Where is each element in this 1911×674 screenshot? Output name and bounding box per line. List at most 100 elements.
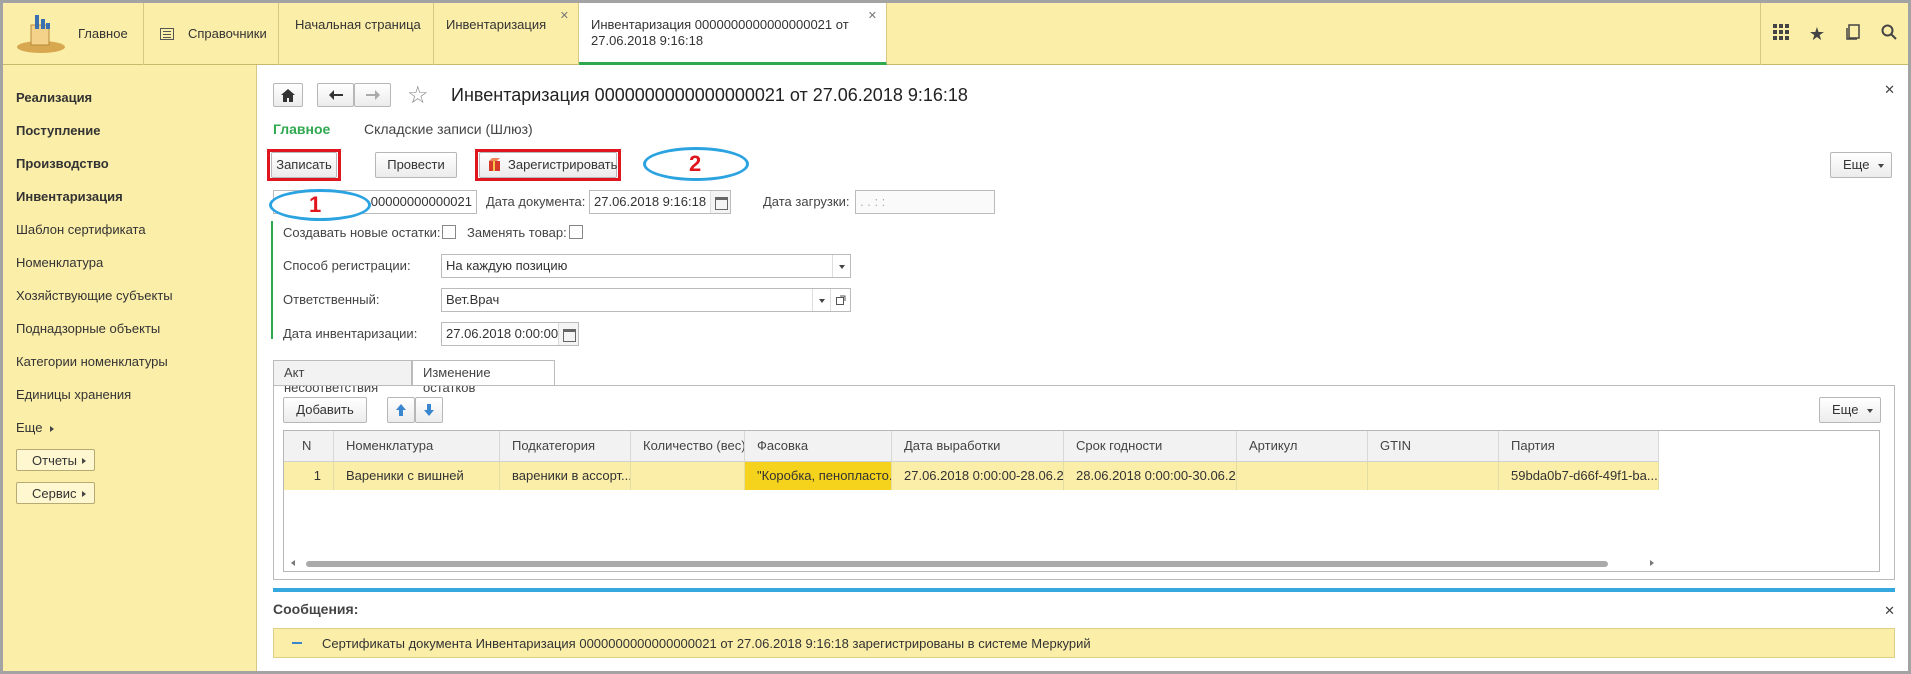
nav-warehouse-records[interactable]: Складские записи (Шлюз)	[364, 121, 533, 137]
column-header[interactable]: Подкатегория	[500, 431, 631, 461]
scroll-left-icon[interactable]	[291, 560, 295, 566]
top-bar: Главное Справочники Начальная страница И…	[3, 3, 1908, 65]
calendar-icon[interactable]	[558, 323, 578, 345]
minus-icon	[292, 642, 302, 644]
sidebar-item-certificate-template[interactable]: Шаблон сертификата	[16, 222, 146, 237]
cell-n: 1	[284, 462, 334, 490]
close-icon[interactable]: ✕	[868, 8, 877, 24]
replace-product-checkbox[interactable]	[569, 225, 583, 239]
cell-nomenclature: Вареники с вишней	[334, 462, 500, 490]
chevron-right-icon	[50, 425, 55, 432]
tab-balance-changes[interactable]: Изменение остатков	[412, 360, 555, 395]
star-icon[interactable]: ☆	[407, 81, 429, 110]
service-button[interactable]: Сервис	[16, 482, 95, 504]
sections-menu[interactable]: Справочники	[143, 3, 279, 65]
page-title: Инвентаризация 0000000000000000021 от 27…	[451, 85, 968, 105]
nav-main[interactable]: Главное	[273, 121, 330, 137]
messages-divider	[273, 588, 1895, 592]
list-icon	[160, 28, 174, 40]
more-label: Еще	[16, 420, 43, 435]
tab-home-page[interactable]: Начальная страница	[283, 3, 434, 65]
cell-production-date: 27.06.2018 0:00:00-28.06.20...	[892, 462, 1064, 490]
highlight-box	[475, 149, 621, 181]
sidebar-item-receipt[interactable]: Поступление	[16, 123, 101, 138]
close-icon[interactable]: ✕	[1884, 603, 1895, 619]
cell-packing[interactable]: "Коробка, пенопласто...	[745, 462, 892, 490]
scrollbar-thumb[interactable]	[306, 561, 1608, 567]
scroll-right-icon[interactable]	[1650, 560, 1654, 566]
sidebar: Реализация Поступление Производство Инве…	[3, 65, 257, 671]
grid-icon[interactable]	[1766, 19, 1796, 49]
reports-button[interactable]: Отчеты	[16, 449, 95, 471]
column-header[interactable]: N	[284, 431, 334, 461]
tab-label: Начальная страница	[295, 17, 421, 32]
chevron-down-icon[interactable]	[832, 255, 850, 277]
search-icon[interactable]	[1874, 19, 1904, 49]
add-button[interactable]: Добавить	[283, 397, 367, 423]
column-header[interactable]: Срок годности	[1064, 431, 1237, 461]
tab-inventory-list[interactable]: Инвентаризация ✕	[434, 3, 579, 65]
load-date-field[interactable]: . . : :	[855, 190, 995, 214]
responsible-label: Ответственный:	[283, 292, 380, 307]
registration-method-value: На каждую позицию	[446, 258, 568, 273]
tab-discrepancy-act[interactable]: Акт несоответствия	[273, 360, 412, 395]
sidebar-item-storage-units[interactable]: Единицы хранения	[16, 387, 131, 402]
close-icon[interactable]: ✕	[1884, 82, 1895, 98]
forward-button[interactable]	[354, 83, 391, 107]
close-icon[interactable]: ✕	[560, 8, 569, 24]
history-icon[interactable]	[1838, 19, 1868, 49]
messages-title: Сообщения:	[273, 601, 359, 617]
post-button[interactable]: Провести	[375, 152, 457, 178]
column-header[interactable]: Партия	[1499, 431, 1659, 461]
tab-inventory-document[interactable]: Инвентаризация 0000000000000000021 от 27…	[579, 3, 887, 65]
more-label: Еще	[1832, 402, 1859, 417]
home-button[interactable]	[273, 83, 303, 107]
move-down-button[interactable]	[415, 397, 443, 423]
star-icon[interactable]: ★	[1802, 19, 1832, 49]
chevron-down-icon	[1867, 409, 1873, 413]
sidebar-item-inventory[interactable]: Инвентаризация	[16, 189, 123, 204]
column-header[interactable]: Фасовка	[745, 431, 892, 461]
logo-icon	[17, 15, 65, 53]
cell-article	[1237, 462, 1368, 490]
back-button[interactable]	[317, 83, 354, 107]
sidebar-item-nomenclature-categories[interactable]: Категории номенклатуры	[16, 354, 168, 369]
column-header[interactable]: Дата выработки	[892, 431, 1064, 461]
column-header[interactable]: Количество (вес)	[631, 431, 745, 461]
annotation-number: 1	[309, 192, 322, 217]
chevron-down-icon	[1878, 164, 1884, 168]
message-row[interactable]: Сертификаты документа Инвентаризация 000…	[273, 628, 1895, 658]
balance-changes-table: N Номенклатура Подкатегория Количество (…	[283, 430, 1880, 572]
column-header[interactable]: GTIN	[1368, 431, 1499, 461]
sidebar-item-more[interactable]: Еще	[16, 420, 55, 435]
sidebar-item-sales[interactable]: Реализация	[16, 90, 92, 105]
column-header[interactable]: Номенклатура	[334, 431, 500, 461]
column-header[interactable]: Артикул	[1237, 431, 1368, 461]
calendar-icon[interactable]	[710, 191, 730, 213]
move-up-button[interactable]	[387, 397, 415, 423]
create-new-balances-checkbox[interactable]	[442, 225, 456, 239]
cell-quantity	[631, 462, 745, 490]
sidebar-item-business-entities[interactable]: Хозяйствующие субъекты	[16, 288, 173, 303]
document-date-field[interactable]: 27.06.2018 9:16:18	[589, 190, 731, 214]
chevron-down-icon[interactable]	[812, 289, 830, 311]
cell-expiry: 28.06.2018 0:00:00-30.06.20...	[1064, 462, 1237, 490]
inventory-date-field[interactable]: 27.06.2018 0:00:00	[441, 322, 579, 346]
registration-method-select[interactable]: На каждую позицию	[441, 254, 851, 278]
replace-product-label: Заменять товар:	[467, 225, 567, 240]
tab-label: Инвентаризация	[446, 17, 547, 32]
sidebar-item-supervised-objects[interactable]: Поднадзорные объекты	[16, 321, 160, 336]
create-new-balances-label: Создавать новые остатки:	[283, 225, 441, 240]
sidebar-item-production[interactable]: Производство	[16, 156, 109, 171]
load-date-label: Дата загрузки:	[763, 194, 850, 209]
main-section-link[interactable]: Главное	[78, 26, 128, 41]
table-more-button[interactable]: Еще	[1819, 397, 1881, 423]
horizontal-scrollbar[interactable]	[284, 557, 1659, 571]
sidebar-item-nomenclature[interactable]: Номенклатура	[16, 255, 103, 270]
open-icon[interactable]	[830, 289, 850, 311]
document-form: ☆ Инвентаризация 0000000000000000021 от …	[257, 65, 1908, 671]
document-date-label: Дата документа:	[486, 194, 586, 209]
more-label: Еще	[1843, 157, 1870, 172]
responsible-field[interactable]: Вет.Врач	[441, 288, 851, 312]
more-button[interactable]: Еще	[1830, 152, 1892, 178]
